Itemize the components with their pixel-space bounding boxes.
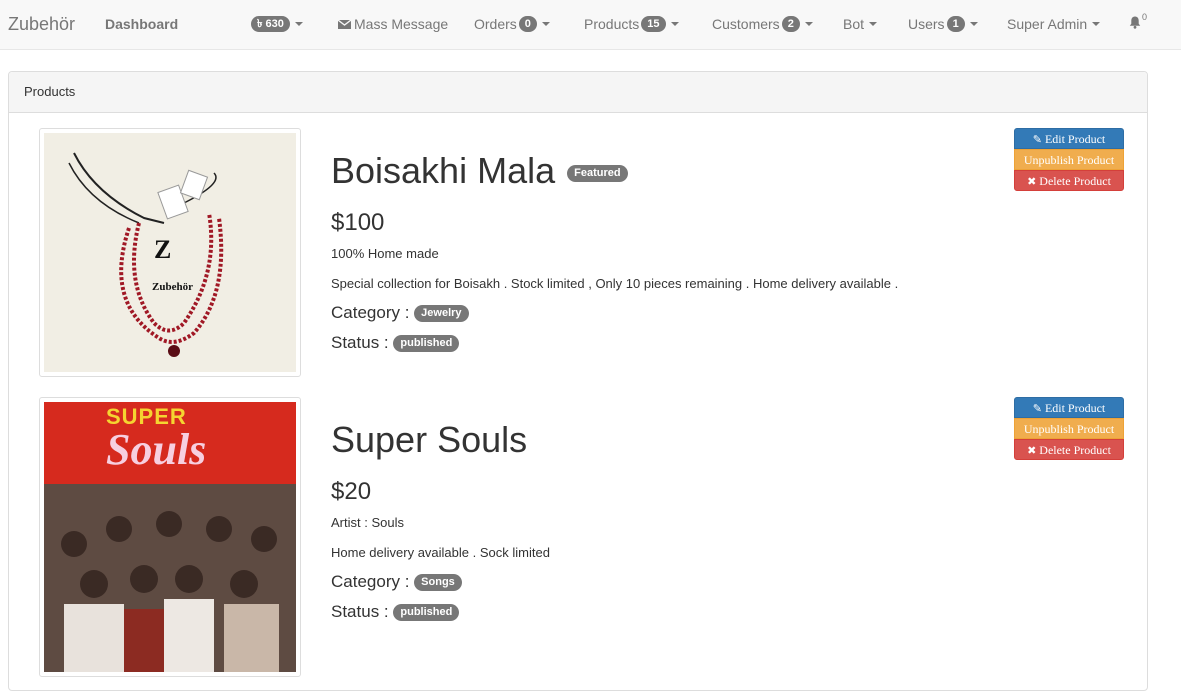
- product-status: Status : published: [331, 602, 460, 622]
- product-description: Special collection for Boisakh . Stock l…: [331, 276, 899, 291]
- nav-bot[interactable]: Bot: [843, 16, 878, 32]
- edit-label: Edit Product: [1044, 401, 1106, 415]
- product-thumbnail[interactable]: Z Zubehör: [39, 128, 301, 377]
- unpublish-product-button[interactable]: Unpublish Product: [1014, 149, 1124, 170]
- delete-label: Delete Product: [1039, 443, 1111, 457]
- product-thumbnail[interactable]: SUPER Souls: [39, 397, 301, 677]
- chevron-down-icon: [804, 22, 813, 26]
- svg-text:Z: Z: [154, 235, 171, 264]
- chevron-down-icon: [1092, 22, 1101, 26]
- product-name: Super Souls: [331, 419, 528, 460]
- chevron-down-icon: [969, 22, 978, 26]
- chevron-down-icon: [670, 22, 679, 26]
- product-status: Status : published: [331, 333, 460, 353]
- nav-customers[interactable]: Customers 2: [712, 16, 813, 32]
- status-label: Status :: [331, 333, 389, 352]
- nav-products[interactable]: Products 15: [584, 16, 679, 32]
- nav-dashboard[interactable]: Dashboard: [105, 16, 178, 32]
- status-badge: published: [393, 604, 460, 622]
- users-count-badge: 1: [946, 16, 965, 32]
- products-label: Products: [584, 16, 640, 32]
- nav-balance[interactable]: ৳ 630: [249, 16, 303, 32]
- delete-label: Delete Product: [1039, 174, 1111, 188]
- users-label: Users: [908, 16, 945, 32]
- customers-label: Customers: [712, 16, 780, 32]
- edit-product-button[interactable]: ✎ Edit Product: [1014, 397, 1124, 418]
- envelope-flap: [338, 19, 351, 26]
- envelope-icon: [338, 19, 351, 29]
- status-label: Status :: [331, 602, 389, 621]
- orders-count-badge: 0: [518, 16, 537, 32]
- super-admin-label: Super Admin: [1007, 16, 1088, 32]
- status-badge: published: [393, 335, 460, 353]
- mass-message-label: Mass Message: [354, 16, 449, 32]
- product-description: Home delivery available . Sock limited: [331, 545, 550, 560]
- edit-label: Edit Product: [1044, 132, 1106, 146]
- unpublish-product-button[interactable]: Unpublish Product: [1014, 418, 1124, 439]
- album-cover-image: SUPER Souls: [44, 402, 296, 672]
- product-price: $20: [331, 478, 372, 505]
- product-category: Category : Songs: [331, 572, 462, 592]
- product-name-text: Boisakhi Mala: [331, 150, 556, 191]
- chevron-down-icon: [541, 22, 550, 26]
- panel-heading: Products: [9, 72, 1147, 113]
- brand-logo[interactable]: Zubehör: [8, 14, 75, 35]
- top-navbar: Zubehör Dashboard ৳ 630 Mass Message Ord…: [0, 0, 1181, 50]
- nav-orders[interactable]: Orders 0: [474, 16, 550, 32]
- edit-product-button[interactable]: ✎ Edit Product: [1014, 128, 1124, 149]
- close-icon: ✖: [1027, 445, 1037, 457]
- nav-users[interactable]: Users 1: [908, 16, 978, 32]
- chevron-down-icon: [869, 22, 878, 26]
- edit-icon: ✎: [1032, 134, 1042, 146]
- image-brand-text: Zubehör: [152, 281, 193, 293]
- bot-label: Bot: [843, 16, 865, 32]
- bell-icon: [1129, 16, 1141, 29]
- necklace-image: Z Zubehör: [44, 133, 296, 372]
- band-photo-illustration: [44, 484, 296, 672]
- product-name: Boisakhi Mala Featured: [331, 150, 628, 192]
- customers-count-badge: 2: [781, 16, 800, 32]
- product-subtitle: Artist : Souls: [331, 515, 404, 530]
- products-panel: Products Z Zubehör Boisakhi Mala Feature…: [8, 71, 1148, 691]
- balance-badge: ৳ 630: [251, 16, 290, 32]
- product-subtitle: 100% Home made: [331, 246, 439, 261]
- album-title-bottom: Souls: [106, 425, 207, 474]
- chevron-down-icon: [294, 22, 303, 26]
- nav-notifications[interactable]: 0: [1129, 12, 1147, 29]
- notifications-count: 0: [1142, 11, 1148, 22]
- category-label: Category :: [331, 303, 410, 322]
- orders-label: Orders: [474, 16, 517, 32]
- category-label: Category :: [331, 572, 410, 591]
- delete-product-button[interactable]: ✖ Delete Product: [1014, 439, 1124, 460]
- category-badge: Jewelry: [414, 305, 469, 323]
- band-photo: [44, 484, 296, 672]
- delete-product-button[interactable]: ✖ Delete Product: [1014, 170, 1124, 191]
- products-count-badge: 15: [641, 16, 666, 32]
- featured-badge: Featured: [567, 164, 628, 182]
- edit-icon: ✎: [1032, 403, 1042, 415]
- product-price: $100: [331, 209, 385, 236]
- category-badge: Songs: [414, 574, 462, 592]
- product-category: Category : Jewelry: [331, 303, 469, 323]
- necklace-illustration: Z: [68, 152, 224, 357]
- nav-super-admin[interactable]: Super Admin: [1007, 16, 1101, 32]
- nav-mass-message[interactable]: Mass Message: [338, 16, 448, 32]
- close-icon: ✖: [1027, 176, 1037, 188]
